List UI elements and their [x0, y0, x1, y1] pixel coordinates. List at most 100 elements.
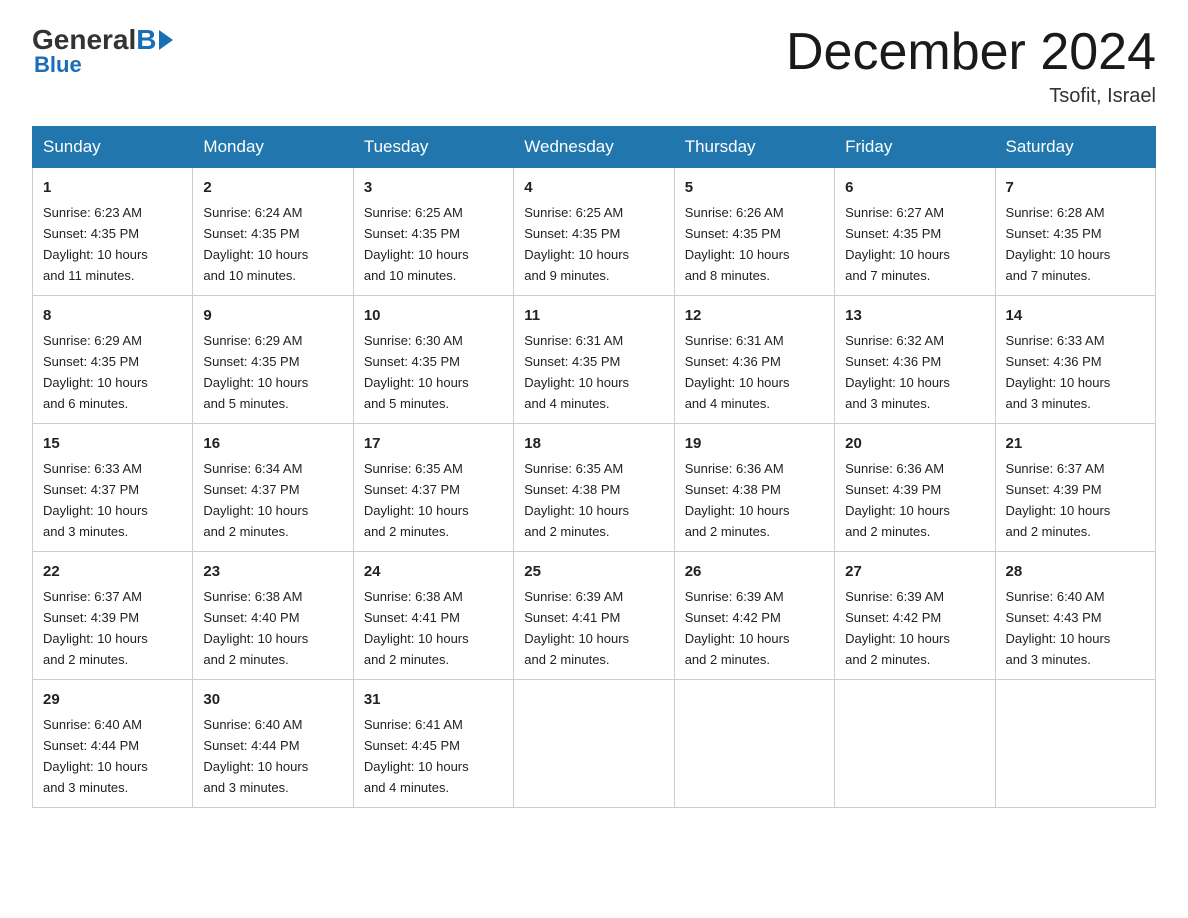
day-number: 10	[364, 304, 503, 327]
day-info: Sunrise: 6:31 AMSunset: 4:36 PMDaylight:…	[685, 333, 790, 411]
day-number: 30	[203, 688, 342, 711]
calendar-cell: 9Sunrise: 6:29 AMSunset: 4:35 PMDaylight…	[193, 296, 353, 424]
day-info: Sunrise: 6:25 AMSunset: 4:35 PMDaylight:…	[364, 205, 469, 283]
day-info: Sunrise: 6:37 AMSunset: 4:39 PMDaylight:…	[1006, 461, 1111, 539]
logo-subtitle: Blue	[34, 52, 82, 78]
calendar-cell: 2 Sunrise: 6:24 AMSunset: 4:35 PMDaylight…	[193, 168, 353, 296]
day-number: 6	[845, 176, 984, 199]
day-info: Sunrise: 6:39 AMSunset: 4:42 PMDaylight:…	[685, 589, 790, 667]
day-info: Sunrise: 6:30 AMSunset: 4:35 PMDaylight:…	[364, 333, 469, 411]
day-info: Sunrise: 6:33 AMSunset: 4:37 PMDaylight:…	[43, 461, 148, 539]
calendar-cell: 15 Sunrise: 6:33 AMSunset: 4:37 PMDayligh…	[33, 424, 193, 552]
day-info: Sunrise: 6:39 AMSunset: 4:42 PMDaylight:…	[845, 589, 950, 667]
day-number: 1	[43, 176, 182, 199]
page-subtitle: Tsofit, Israel	[786, 85, 1156, 108]
day-number: 23	[203, 560, 342, 583]
calendar-cell	[514, 679, 674, 807]
day-info: Sunrise: 6:29 AMSunset: 4:35 PMDaylight:…	[43, 333, 148, 411]
title-area: December 2024 Tsofit, Israel	[786, 24, 1156, 108]
day-number: 31	[364, 688, 503, 711]
day-info: Sunrise: 6:28 AMSunset: 4:35 PMDaylight:…	[1006, 205, 1111, 283]
calendar-week-row: 1 Sunrise: 6:23 AMSunset: 4:35 PMDaylight…	[33, 168, 1156, 296]
calendar-cell: 14 Sunrise: 6:33 AMSunset: 4:36 PMDayligh…	[995, 296, 1155, 424]
day-number: 15	[43, 432, 182, 455]
calendar-cell: 22 Sunrise: 6:37 AMSunset: 4:39 PMDayligh…	[33, 552, 193, 680]
logo-triangle-icon	[159, 30, 173, 50]
calendar-cell: 29Sunrise: 6:40 AMSunset: 4:44 PMDayligh…	[33, 679, 193, 807]
day-number: 25	[524, 560, 663, 583]
calendar-cell: 3 Sunrise: 6:25 AMSunset: 4:35 PMDaylight…	[353, 168, 513, 296]
day-info: Sunrise: 6:24 AMSunset: 4:35 PMDaylight:…	[203, 205, 308, 283]
day-info: Sunrise: 6:32 AMSunset: 4:36 PMDaylight:…	[845, 333, 950, 411]
day-info: Sunrise: 6:35 AMSunset: 4:37 PMDaylight:…	[364, 461, 469, 539]
day-number: 22	[43, 560, 182, 583]
day-number: 28	[1006, 560, 1145, 583]
calendar-cell: 13 Sunrise: 6:32 AMSunset: 4:36 PMDayligh…	[835, 296, 995, 424]
day-info: Sunrise: 6:27 AMSunset: 4:35 PMDaylight:…	[845, 205, 950, 283]
day-info: Sunrise: 6:41 AMSunset: 4:45 PMDaylight:…	[364, 717, 469, 795]
calendar-cell: 17Sunrise: 6:35 AMSunset: 4:37 PMDayligh…	[353, 424, 513, 552]
calendar-cell	[674, 679, 834, 807]
header-sunday: Sunday	[33, 127, 193, 168]
day-info: Sunrise: 6:38 AMSunset: 4:40 PMDaylight:…	[203, 589, 308, 667]
day-number: 8	[43, 304, 182, 327]
calendar-cell: 10 Sunrise: 6:30 AMSunset: 4:35 PMDayligh…	[353, 296, 513, 424]
calendar-cell: 25 Sunrise: 6:39 AMSunset: 4:41 PMDayligh…	[514, 552, 674, 680]
day-number: 29	[43, 688, 182, 711]
calendar-cell	[995, 679, 1155, 807]
day-number: 2	[203, 176, 342, 199]
calendar-cell: 6 Sunrise: 6:27 AMSunset: 4:35 PMDaylight…	[835, 168, 995, 296]
calendar-week-row: 29 Sunrise: 6:40 AMSunset: 4:44 PMDayligh…	[33, 679, 1156, 807]
calendar-cell: 21 Sunrise: 6:37 AMSunset: 4:39 PMDayligh…	[995, 424, 1155, 552]
header-wednesday: Wednesday	[514, 127, 674, 168]
day-info: Sunrise: 6:34 AMSunset: 4:37 PMDaylight:…	[203, 461, 308, 539]
day-info: Sunrise: 6:36 AMSunset: 4:39 PMDaylight:…	[845, 461, 950, 539]
day-number: 16	[203, 432, 342, 455]
calendar-cell: 4Sunrise: 6:25 AMSunset: 4:35 PMDaylight…	[514, 168, 674, 296]
logo: General B Blue	[32, 24, 173, 78]
day-info: Sunrise: 6:36 AMSunset: 4:38 PMDaylight:…	[685, 461, 790, 539]
day-info: Sunrise: 6:29 AMSunset: 4:35 PMDaylight:…	[203, 333, 308, 411]
header-monday: Monday	[193, 127, 353, 168]
day-number: 19	[685, 432, 824, 455]
day-info: Sunrise: 6:33 AMSunset: 4:36 PMDaylight:…	[1006, 333, 1111, 411]
calendar-week-row: 15 Sunrise: 6:33 AMSunset: 4:37 PMDayligh…	[33, 424, 1156, 552]
day-number: 7	[1006, 176, 1145, 199]
header-thursday: Thursday	[674, 127, 834, 168]
header-saturday: Saturday	[995, 127, 1155, 168]
day-number: 3	[364, 176, 503, 199]
day-number: 14	[1006, 304, 1145, 327]
day-info: Sunrise: 6:37 AMSunset: 4:39 PMDaylight:…	[43, 589, 148, 667]
calendar-week-row: 22 Sunrise: 6:37 AMSunset: 4:39 PMDayligh…	[33, 552, 1156, 680]
calendar-cell: 20 Sunrise: 6:36 AMSunset: 4:39 PMDayligh…	[835, 424, 995, 552]
calendar-cell: 18Sunrise: 6:35 AMSunset: 4:38 PMDayligh…	[514, 424, 674, 552]
calendar-cell: 16 Sunrise: 6:34 AMSunset: 4:37 PMDayligh…	[193, 424, 353, 552]
day-number: 21	[1006, 432, 1145, 455]
day-number: 5	[685, 176, 824, 199]
calendar-cell: 30 Sunrise: 6:40 AMSunset: 4:44 PMDayligh…	[193, 679, 353, 807]
day-number: 13	[845, 304, 984, 327]
calendar-cell: 28 Sunrise: 6:40 AMSunset: 4:43 PMDayligh…	[995, 552, 1155, 680]
calendar-cell: 23 Sunrise: 6:38 AMSunset: 4:40 PMDayligh…	[193, 552, 353, 680]
calendar-cell: 27 Sunrise: 6:39 AMSunset: 4:42 PMDayligh…	[835, 552, 995, 680]
calendar-cell: 1 Sunrise: 6:23 AMSunset: 4:35 PMDaylight…	[33, 168, 193, 296]
calendar-week-row: 8 Sunrise: 6:29 AMSunset: 4:35 PMDaylight…	[33, 296, 1156, 424]
day-number: 24	[364, 560, 503, 583]
day-info: Sunrise: 6:40 AMSunset: 4:44 PMDaylight:…	[203, 717, 308, 795]
logo-blue-part: B	[136, 24, 172, 56]
calendar-cell: 31 Sunrise: 6:41 AMSunset: 4:45 PMDayligh…	[353, 679, 513, 807]
day-number: 20	[845, 432, 984, 455]
day-number: 27	[845, 560, 984, 583]
calendar-table: SundayMondayTuesdayWednesdayThursdayFrid…	[32, 126, 1156, 808]
day-info: Sunrise: 6:23 AMSunset: 4:35 PMDaylight:…	[43, 205, 148, 283]
day-number: 26	[685, 560, 824, 583]
calendar-cell	[835, 679, 995, 807]
calendar-cell: 11Sunrise: 6:31 AMSunset: 4:35 PMDayligh…	[514, 296, 674, 424]
header-friday: Friday	[835, 127, 995, 168]
day-info: Sunrise: 6:40 AMSunset: 4:43 PMDaylight:…	[1006, 589, 1111, 667]
day-number: 18	[524, 432, 663, 455]
header-tuesday: Tuesday	[353, 127, 513, 168]
day-number: 4	[524, 176, 663, 199]
day-info: Sunrise: 6:31 AMSunset: 4:35 PMDaylight:…	[524, 333, 629, 411]
day-info: Sunrise: 6:39 AMSunset: 4:41 PMDaylight:…	[524, 589, 629, 667]
